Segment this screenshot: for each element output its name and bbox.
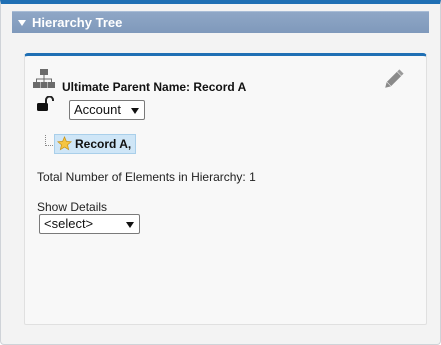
total-elements-text: Total Number of Elements in Hierarchy: 1 (37, 170, 256, 184)
ultimate-parent-name: Ultimate Parent Name: Record A (62, 80, 246, 94)
hierarchy-tree-panel: Hierarchy Tree Ultimate Parent Name: Rec… (0, 0, 441, 345)
object-type-select[interactable]: Account (69, 100, 145, 120)
unlocked-lock-icon[interactable] (37, 96, 55, 112)
dropdown-arrow-icon (131, 108, 139, 114)
star-icon (57, 136, 72, 151)
tree-node[interactable]: Record A, (54, 134, 137, 154)
show-details-label: Show Details (37, 200, 108, 214)
triangle-down-icon[interactable] (18, 20, 26, 26)
parent-name-value: Record A (193, 80, 247, 94)
hierarchy-card: Ultimate Parent Name: Record A Account R… (24, 53, 427, 325)
show-details-value: <select> (44, 216, 94, 231)
section-header[interactable]: Hierarchy Tree (12, 11, 429, 33)
pencil-icon[interactable] (381, 68, 405, 92)
show-details-select[interactable]: <select> (39, 214, 140, 234)
tree-node-label: Record A, (75, 137, 132, 151)
hierarchy-icon (33, 69, 55, 88)
dropdown-arrow-icon (126, 222, 134, 228)
parent-name-label: Ultimate Parent Name: (62, 80, 191, 94)
section-title: Hierarchy Tree (32, 15, 123, 30)
object-type-value: Account (74, 102, 121, 117)
